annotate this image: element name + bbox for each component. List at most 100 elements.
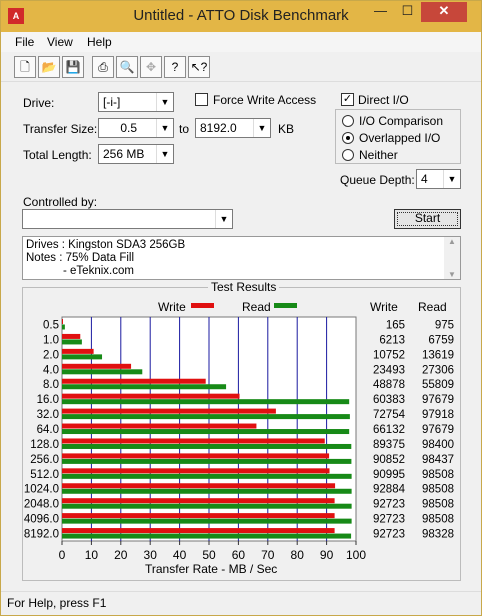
transfer-to-value: 8192.0 (200, 121, 237, 135)
overlapped-io-label: Overlapped I/O (359, 131, 441, 145)
force-write-checkbox[interactable] (195, 93, 208, 106)
bar-write (62, 498, 335, 504)
bar-write (62, 453, 330, 459)
maximize-button[interactable]: ☐ (394, 2, 421, 22)
bar-read (62, 443, 352, 449)
direct-io-checkbox[interactable]: ✓ (341, 93, 354, 106)
y-tick-label: 64.0 (37, 424, 59, 436)
minimize-button[interactable]: — (367, 2, 394, 22)
overlapped-io-radio[interactable] (342, 132, 354, 144)
menu-view[interactable]: View (47, 35, 73, 49)
queue-depth-select[interactable]: 4 ▼ (416, 169, 461, 189)
test-results-group: Test Results Write Read Write Read Trans… (22, 280, 461, 581)
column-read-header: Read (418, 300, 447, 314)
transfer-from-select[interactable]: 0.5 ▼ (98, 118, 174, 138)
bar-write (62, 513, 335, 519)
column-write-header: Write (370, 300, 398, 314)
app-window: A Untitled - ATTO Disk Benchmark — ☐ ✕ F… (0, 0, 482, 616)
chevron-down-icon: ▼ (156, 145, 173, 163)
y-tick-label: 8.0 (43, 379, 59, 391)
drive-label: Drive: (23, 96, 55, 110)
chevron-down-icon: ▼ (443, 170, 460, 188)
y-tick-label: 32.0 (37, 409, 59, 421)
x-tick-label: 60 (232, 548, 246, 562)
write-value: 165 (386, 319, 405, 331)
read-value: 98508 (422, 499, 454, 511)
write-value: 90852 (373, 454, 405, 466)
open-icon[interactable]: 📂 (38, 56, 60, 78)
read-value: 97679 (422, 394, 454, 406)
drive-value: [-i-] (103, 95, 121, 109)
x-tick-label: 70 (261, 548, 275, 562)
bar-read (62, 533, 352, 539)
io-comparison-radio[interactable] (342, 115, 354, 127)
drive-select[interactable]: [-i-] ▼ (98, 92, 174, 112)
bar-read (62, 339, 82, 345)
x-tick-label: 40 (173, 548, 187, 562)
read-value: 98400 (422, 439, 454, 451)
x-tick-label: 0 (59, 548, 66, 562)
neither-label: Neither (359, 148, 398, 162)
bar-write (62, 348, 94, 354)
help-icon[interactable]: ? (164, 56, 186, 78)
io-comparison-label: I/O Comparison (359, 114, 444, 128)
notes-scrollbar[interactable]: ▲ ▼ (444, 237, 460, 279)
legend-write-swatch (191, 303, 214, 308)
menu-help[interactable]: Help (87, 35, 112, 49)
queue-depth-label: Queue Depth: (340, 173, 415, 187)
total-length-select[interactable]: 256 MB ▼ (98, 144, 174, 164)
y-tick-label: 8192.0 (24, 529, 59, 541)
write-value: 92723 (373, 514, 405, 526)
bar-write (62, 483, 336, 489)
print-icon[interactable]: ⎙ (92, 56, 114, 78)
transfer-size-label: Transfer Size: (23, 122, 98, 136)
y-tick-label: 1.0 (43, 334, 59, 346)
controlled-by-label: Controlled by: (23, 195, 98, 209)
write-value: 92723 (373, 499, 405, 511)
write-value: 66132 (373, 424, 405, 436)
y-tick-label: 4096.0 (24, 514, 59, 526)
queue-depth-value: 4 (421, 172, 428, 186)
write-value: 10752 (373, 349, 405, 361)
context-help-icon[interactable]: ↖? (188, 56, 210, 78)
toolbar: 🗋 📂 💾 ⎙ 🔍 ✥ ? ↖? (1, 52, 481, 82)
bar-read (62, 354, 103, 360)
bar-write (62, 378, 206, 384)
menu-file[interactable]: File (15, 35, 34, 49)
controlled-by-select[interactable]: ▼ (22, 209, 233, 229)
y-tick-label: 1024.0 (24, 484, 59, 496)
neither-radio[interactable] (342, 149, 354, 161)
scroll-down-icon[interactable]: ▼ (444, 270, 460, 279)
bar-write (62, 468, 330, 474)
x-tick-label: 90 (320, 548, 334, 562)
x-tick-label: 50 (202, 548, 216, 562)
y-tick-label: 256.0 (30, 454, 59, 466)
read-value: 97918 (422, 409, 454, 421)
read-value: 98328 (422, 529, 454, 541)
start-button[interactable]: Start (394, 209, 461, 229)
transfer-to-select[interactable]: 8192.0 ▼ (195, 118, 271, 138)
notes-textarea[interactable]: Drives : Kingston SDA3 256GB Notes : 75%… (22, 236, 461, 280)
scroll-up-icon[interactable]: ▲ (444, 237, 460, 246)
write-value: 89375 (373, 439, 405, 451)
write-value: 92884 (373, 484, 406, 496)
move-icon[interactable]: ✥ (140, 56, 162, 78)
bar-read (62, 369, 143, 375)
chevron-down-icon: ▼ (215, 210, 232, 228)
bar-write (62, 333, 81, 339)
direct-io-label: Direct I/O (358, 93, 409, 107)
close-button[interactable]: ✕ (421, 2, 467, 22)
y-tick-label: 512.0 (30, 469, 59, 481)
status-text: For Help, press F1 (7, 596, 107, 610)
read-value: 13619 (422, 349, 454, 361)
status-bar: For Help, press F1 (1, 591, 481, 615)
bar-read (62, 503, 352, 509)
transfer-from-value: 0.5 (120, 121, 137, 135)
x-tick-label: 80 (291, 548, 305, 562)
write-value: 60383 (373, 394, 405, 406)
save-icon[interactable]: 💾 (62, 56, 84, 78)
bar-read (62, 429, 350, 435)
y-tick-label: 2048.0 (24, 499, 59, 511)
print-preview-icon[interactable]: 🔍 (116, 56, 138, 78)
new-icon[interactable]: 🗋 (14, 56, 36, 78)
